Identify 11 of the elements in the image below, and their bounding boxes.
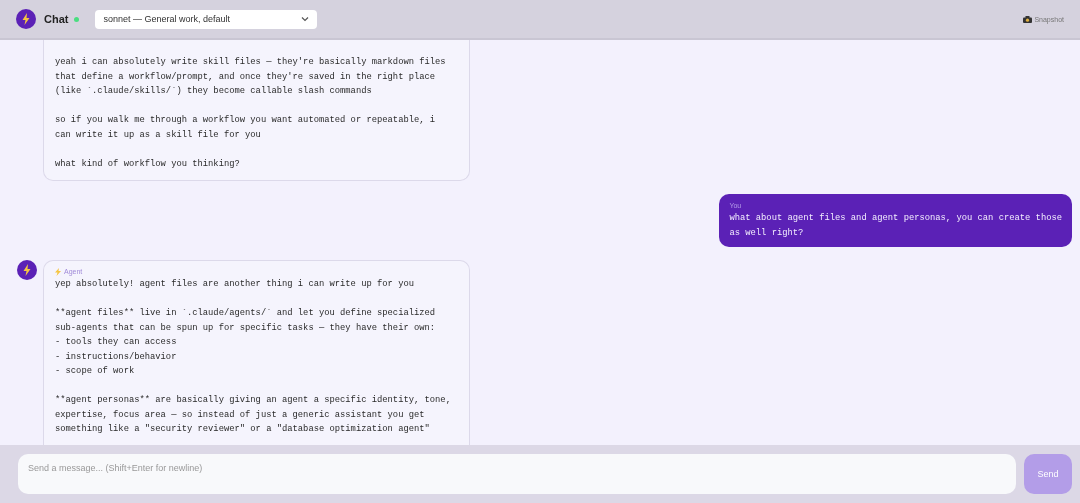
message-text: yep absolutely! agent files are another thing i can write up for you **agent files** live in `.claude/agents/` and let you define specialized sub-agents that can be spun up for specific tasks — they have their own: - tools they can access - instructions/behavior - scope of work **agent personas** are basically giving an agent a specific identity, tone, expertise, focus area — so instead of just a generic assistant you get something like a "security reviewer" or a "database optimization agent" [55,278,452,436]
chevron-down-icon [301,16,310,22]
camera-icon [1023,15,1033,23]
lightning-icon [55,267,61,276]
agent-avatar-icon [17,260,37,280]
message-text: yeah i can absolutely write skill files — they're basically markdown files that define a workflow/prompt, and once they're saved in the right place (like `.claude/skills/`) they become callable slash commands so if you walk me through a workflow you want automated or repeatable, i can write it up as a skill file for you what kind of workflow you thinking? [55,56,447,171]
chat-title: Chat [44,13,69,25]
message-text: what about agent files and agent personas, you can create those as well right? [729,212,1062,240]
lightning-avatar-icon [16,9,36,29]
message-input[interactable]: Send a message... (Shift+Enter for newline) [18,454,1016,494]
model-select[interactable]: sonnet — General work, default [95,9,318,29]
